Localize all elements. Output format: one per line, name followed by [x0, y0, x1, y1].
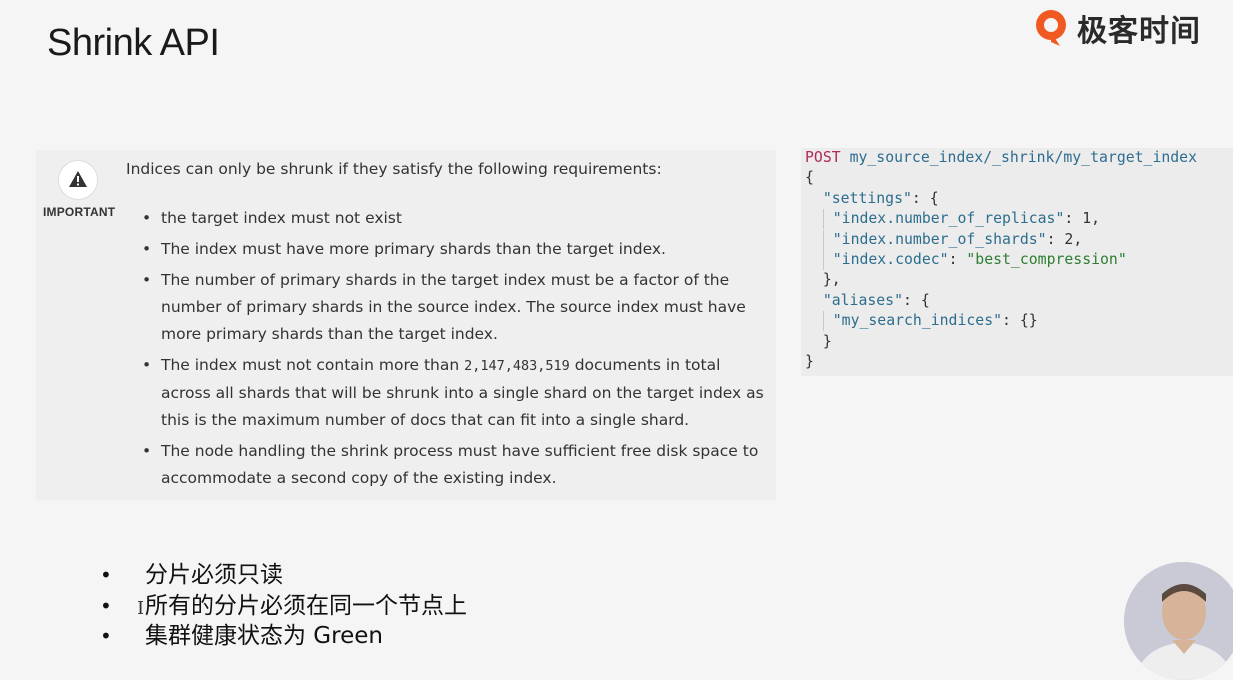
important-label: IMPORTANT: [43, 205, 116, 219]
code-aliases-key: "aliases": [822, 291, 904, 309]
code-alias-name: "my_search_indices": [832, 312, 1003, 330]
text-cursor-icon: I: [137, 598, 145, 619]
code-shards-val: 2: [1064, 230, 1074, 248]
list-item: 所有的分片必须在同一个节点上: [100, 591, 467, 622]
list-item: The index must not contain more than 2,1…: [142, 352, 772, 434]
list-item: The index must have more primary shards …: [142, 236, 772, 263]
req-text-before: The index must not contain more than: [161, 356, 465, 374]
list-item: The number of primary shards in the targ…: [142, 267, 772, 348]
code-method: POST: [805, 149, 841, 166]
code-settings-key: "settings": [822, 189, 912, 207]
doc-limit-code: 2,147,483,519: [464, 358, 570, 374]
code-shards-key: "index.number_of_shards": [832, 230, 1047, 248]
code-text: POST my_source_index/_shrink/my_target_i…: [805, 149, 1197, 371]
list-item: the target index must not exist: [142, 205, 772, 232]
list-item: The node handling the shrink process mus…: [142, 438, 772, 492]
brand: 极客时间: [1031, 6, 1201, 50]
warning-icon: [58, 160, 98, 200]
geektime-logo-icon: [1031, 6, 1071, 50]
code-replicas-key: "index.number_of_replicas": [832, 210, 1065, 228]
code-alias-val: {}: [1019, 312, 1038, 330]
code-path: my_source_index/_shrink/my_target_index: [849, 149, 1197, 166]
brand-name: 极客时间: [1077, 14, 1201, 49]
code-codec-val: "best_compression": [966, 251, 1127, 269]
requirements-list: the target index must not exist The inde…: [142, 205, 772, 496]
list-item: 分片必须只读: [100, 560, 467, 591]
presenter-video: [1124, 562, 1233, 680]
code-codec-key: "index.codec": [832, 251, 949, 269]
code-replicas-val: 1: [1082, 210, 1092, 228]
chinese-bullets: 分片必须只读 所有的分片必须在同一个节点上 集群健康状态为 Green: [100, 560, 467, 652]
slide-title: Shrink API: [47, 22, 220, 64]
list-item: 集群健康状态为 Green: [100, 621, 467, 652]
note-intro: Indices can only be shrunk if they satis…: [126, 160, 662, 178]
